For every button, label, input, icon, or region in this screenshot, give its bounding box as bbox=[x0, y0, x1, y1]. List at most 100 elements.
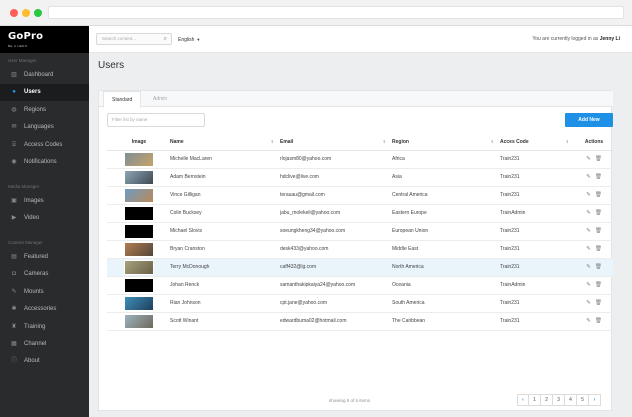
table-row[interactable]: Johan Renck samanthakipkaiya24@yahoo.com O… bbox=[107, 276, 613, 295]
sidebar-item-notifications[interactable]: ◉ Notifications bbox=[0, 154, 89, 171]
column-header-image: Image bbox=[107, 135, 167, 151]
table-row[interactable]: Michael Slovis soeungkheng34@yahoo.com Eur… bbox=[107, 222, 613, 241]
sidebar-item-about[interactable]: ⓘ About bbox=[0, 353, 89, 370]
search-icon[interactable]: ⌕ bbox=[164, 34, 167, 44]
sort-icon[interactable]: ⇕ bbox=[566, 139, 569, 144]
sidebar-item-channel[interactable]: ▦ Channel bbox=[0, 336, 89, 353]
trash-icon[interactable]: 🗑 bbox=[595, 300, 602, 306]
maximize-window-icon[interactable] bbox=[34, 9, 42, 17]
column-header-email[interactable]: Email ⇕ bbox=[280, 135, 392, 151]
page-2-button[interactable]: 2 bbox=[541, 394, 553, 406]
trash-icon[interactable]: 🗑 bbox=[595, 264, 602, 270]
table-header-row: Image Name ⇕ Email ⇕ Region ⇕ Acces Code ⇕ A… bbox=[107, 135, 613, 151]
cell-email: desk433@yahoo.com bbox=[280, 240, 392, 259]
sidebar-item-images[interactable]: ▣ Images bbox=[0, 193, 89, 210]
user-thumbnail[interactable] bbox=[124, 169, 154, 185]
user-thumbnail[interactable] bbox=[124, 151, 154, 167]
trash-icon[interactable]: 🗑 bbox=[595, 282, 602, 288]
trash-icon[interactable]: 🗑 bbox=[595, 210, 602, 216]
sidebar-item-languages[interactable]: ✉ Languages bbox=[0, 119, 89, 136]
table-row[interactable]: Terry McDonough caff432@lg.com North Ameri… bbox=[107, 258, 613, 277]
sidebar-item-cameras[interactable]: ◘ Cameras bbox=[0, 266, 89, 283]
edit-icon[interactable]: ✎ bbox=[586, 210, 591, 216]
column-header-name[interactable]: Name ⇕ bbox=[167, 135, 280, 151]
user-thumbnail[interactable] bbox=[124, 187, 154, 203]
filter-input[interactable]: Filter list by name bbox=[107, 113, 205, 127]
sidebar-section-title: Content Manager bbox=[8, 240, 43, 245]
trash-icon[interactable]: 🗑 bbox=[595, 228, 602, 234]
search-input[interactable]: Search content... ⌕ bbox=[96, 33, 172, 45]
chevron-right-icon[interactable]: › bbox=[589, 394, 601, 406]
sidebar-item-dashboard[interactable]: ▥ Dashboard bbox=[0, 67, 89, 84]
table-row[interactable]: Michelle MacLaren rlojasm80@yahoo.com Afri… bbox=[107, 150, 613, 169]
sidebar-item-access-codes[interactable]: ⌸ Access Codes bbox=[0, 137, 89, 154]
trash-icon[interactable]: 🗑 bbox=[595, 174, 602, 180]
edit-icon[interactable]: ✎ bbox=[586, 264, 591, 270]
tab-standard[interactable]: Standard bbox=[103, 91, 142, 108]
add-new-button[interactable]: Add New bbox=[565, 113, 613, 127]
chevron-left-icon[interactable]: ‹ bbox=[517, 394, 529, 406]
edit-icon[interactable]: ✎ bbox=[586, 246, 591, 252]
sidebar-item-regions[interactable]: ◍ Regions bbox=[0, 102, 89, 119]
edit-icon[interactable]: ✎ bbox=[586, 192, 591, 198]
sidebar-item-accessories[interactable]: ✱ Accessories bbox=[0, 301, 89, 318]
user-thumbnail[interactable] bbox=[124, 205, 154, 221]
cell-email: hdclive@live.com bbox=[280, 168, 392, 187]
trash-icon[interactable]: 🗑 bbox=[595, 246, 602, 252]
column-header-region[interactable]: Region ⇕ bbox=[392, 135, 500, 151]
trash-icon[interactable]: 🗑 bbox=[595, 156, 602, 162]
page-3-button[interactable]: 3 bbox=[553, 394, 565, 406]
user-thumbnail[interactable] bbox=[124, 313, 154, 329]
sidebar-item-training[interactable]: ♜ Training bbox=[0, 319, 89, 336]
user-thumbnail[interactable] bbox=[124, 259, 154, 275]
cell-email: terauau@gmail.com bbox=[280, 186, 392, 205]
sort-icon[interactable]: ⇕ bbox=[383, 139, 386, 144]
sidebar-item-featured[interactable]: ▤ Featured bbox=[0, 249, 89, 266]
sidebar-item-label: Images bbox=[24, 198, 44, 204]
table-row[interactable]: Adam Bernstein hdclive@live.com Asia Train2… bbox=[107, 168, 613, 187]
edit-icon[interactable]: ✎ bbox=[586, 282, 591, 288]
sidebar-item-label: Notifications bbox=[24, 159, 57, 165]
table-row[interactable]: Scott Winant edwardbuma02@hotmail.com The … bbox=[107, 312, 613, 331]
gopro-logo[interactable]: GoPro BE A HERO bbox=[0, 26, 89, 53]
sort-icon[interactable]: ⇕ bbox=[271, 139, 274, 144]
language-dropdown[interactable]: English ▼ bbox=[178, 26, 200, 54]
table-row[interactable]: Vince Gilligan terauau@gmail.com Central A… bbox=[107, 186, 613, 205]
page-5-button[interactable]: 5 bbox=[577, 394, 589, 406]
edit-icon[interactable]: ✎ bbox=[586, 174, 591, 180]
edit-icon[interactable]: ✎ bbox=[586, 228, 591, 234]
sidebar-item-mounts[interactable]: ✎ Mounts bbox=[0, 284, 89, 301]
user-thumbnail[interactable] bbox=[124, 223, 154, 239]
cell-actions: ✎ 🗑 bbox=[575, 186, 613, 205]
edit-icon[interactable]: ✎ bbox=[586, 318, 591, 324]
edit-icon[interactable]: ✎ bbox=[586, 156, 591, 162]
cell-acces-code: Train231 bbox=[500, 312, 575, 331]
column-header-acces-code[interactable]: Acces Code ⇕ bbox=[500, 135, 575, 151]
users-card: Standard Admin Filter list by name Add N… bbox=[98, 90, 613, 411]
sidebar-item-users[interactable]: ● Users bbox=[0, 84, 89, 102]
user-thumbnail[interactable] bbox=[124, 241, 154, 257]
sort-icon[interactable]: ⇕ bbox=[491, 139, 494, 144]
table-row[interactable]: Colin Bucksey jabu_molekeli@yahoo.com East… bbox=[107, 204, 613, 223]
chat-icon: ✉ bbox=[11, 124, 17, 131]
table-row[interactable]: Bryan Cranston desk433@yahoo.com Middle Ea… bbox=[107, 240, 613, 259]
edit-icon[interactable]: ✎ bbox=[586, 300, 591, 306]
cell-name: Michelle MacLaren bbox=[167, 150, 280, 169]
cell-email: jabu_molekeli@yahoo.com bbox=[280, 204, 392, 223]
tab-admin[interactable]: Admin bbox=[145, 91, 175, 107]
table-row[interactable]: Rian Johnson cpt.jane@yahoo.com South Amer… bbox=[107, 294, 613, 313]
sidebar-item-label: Languages bbox=[24, 124, 54, 131]
sidebar-item-video[interactable]: ▶ Video bbox=[0, 210, 89, 227]
user-thumbnail[interactable] bbox=[124, 295, 154, 311]
trash-icon[interactable]: 🗑 bbox=[595, 192, 602, 198]
page-4-button[interactable]: 4 bbox=[565, 394, 577, 406]
user-thumbnail[interactable] bbox=[124, 277, 154, 293]
channel-icon: ▦ bbox=[11, 341, 17, 347]
minimize-window-icon[interactable] bbox=[22, 9, 30, 17]
address-bar[interactable] bbox=[48, 6, 624, 19]
user-name[interactable]: Jenny Li bbox=[600, 36, 620, 42]
cell-image bbox=[107, 204, 167, 223]
close-window-icon[interactable] bbox=[10, 9, 18, 17]
page-1-button[interactable]: 1 bbox=[529, 394, 541, 406]
trash-icon[interactable]: 🗑 bbox=[595, 318, 602, 324]
